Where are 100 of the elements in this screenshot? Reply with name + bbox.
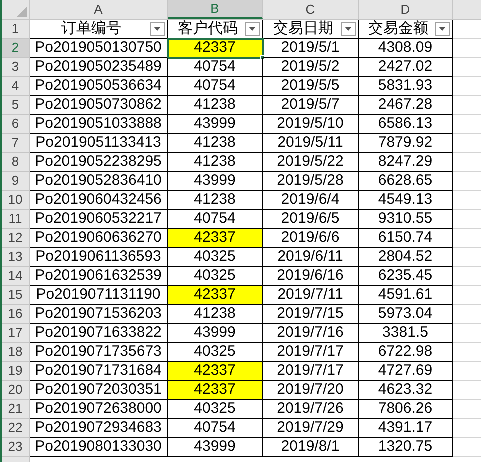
table-cell: 2019/6/5 <box>263 210 359 229</box>
row-header[interactable]: 7 <box>2 134 30 153</box>
fill-handle[interactable] <box>260 55 265 60</box>
table-cell: 6150.74 <box>359 229 453 248</box>
row-header[interactable]: 21 <box>2 400 30 419</box>
table-cell: 2019/6/16 <box>263 267 359 286</box>
table-cell: 2019/7/17 <box>263 343 359 362</box>
table-cell: 6628.65 <box>359 172 453 191</box>
table-cell: 4623.32 <box>359 381 453 400</box>
table-cell: 2019/7/29 <box>263 419 359 438</box>
table-cell: 2019/5/1 <box>263 39 359 58</box>
table-cell: Po2019061136593 <box>30 248 168 267</box>
row-header[interactable]: 9 <box>2 172 30 191</box>
column-header[interactable]: B <box>168 0 263 19</box>
filter-dropdown-icon[interactable] <box>435 22 450 36</box>
table-cell: 2427.02 <box>359 58 453 77</box>
row-header[interactable]: 18 <box>2 343 30 362</box>
table-cell: 2019/8/1 <box>263 438 359 457</box>
table-cell: Po2019071536203 <box>30 305 168 324</box>
table-cell: 42337 <box>168 362 263 381</box>
row-header[interactable]: 14 <box>2 267 30 286</box>
table-cell: 41238 <box>168 96 263 115</box>
table-cell: 4308.09 <box>359 39 453 58</box>
table-cell: 41238 <box>168 153 263 172</box>
table-cell: 2019/5/7 <box>263 96 359 115</box>
table-cell: 8247.29 <box>359 153 453 172</box>
table-cell: 7879.92 <box>359 134 453 153</box>
filter-dropdown-icon[interactable] <box>341 22 356 36</box>
table-cell: 2019/6/4 <box>263 191 359 210</box>
table-cell: 43999 <box>168 115 263 134</box>
header-cell: 订单编号 <box>30 20 168 39</box>
table-cell: 2019/6/11 <box>263 248 359 267</box>
row-header[interactable]: 20 <box>2 381 30 400</box>
table-cell: 4391.17 <box>359 419 453 438</box>
table-cell: 41238 <box>168 191 263 210</box>
row-header[interactable]: 22 <box>2 419 30 438</box>
table-cell: 2804.52 <box>359 248 453 267</box>
table-cell: 42337 <box>168 286 263 305</box>
row-header[interactable]: 1 <box>2 20 30 39</box>
table-cell: 2019/5/5 <box>263 77 359 96</box>
table-cell: 6235.45 <box>359 267 453 286</box>
table-cell: 2019/7/11 <box>263 286 359 305</box>
row-header[interactable]: 5 <box>2 96 30 115</box>
row-header[interactable]: 6 <box>2 115 30 134</box>
table-cell: 2019/5/10 <box>263 115 359 134</box>
table-cell: 2019/5/28 <box>263 172 359 191</box>
table-cell: 2019/5/2 <box>263 58 359 77</box>
table-cell: 42337 <box>168 39 263 58</box>
table-cell: Po2019051133413 <box>30 134 168 153</box>
table-cell: 4549.13 <box>359 191 453 210</box>
table-cell: 2467.28 <box>359 96 453 115</box>
filter-dropdown-icon[interactable] <box>245 22 260 36</box>
table-cell: 40325 <box>168 248 263 267</box>
row-header[interactable]: 16 <box>2 305 30 324</box>
table-cell: 43999 <box>168 324 263 343</box>
table-cell: 2019/7/26 <box>263 400 359 419</box>
header-cell: 交易日期 <box>263 20 359 39</box>
table-cell: 1320.75 <box>359 438 453 457</box>
table-cell: 6722.98 <box>359 343 453 362</box>
table-cell: Po2019050730862 <box>30 96 168 115</box>
row-header[interactable]: 15 <box>2 286 30 305</box>
table-cell: 40754 <box>168 58 263 77</box>
table-cell: 2019/5/11 <box>263 134 359 153</box>
table-cell: 42337 <box>168 229 263 248</box>
table-cell: 4591.61 <box>359 286 453 305</box>
row-header[interactable]: 19 <box>2 362 30 381</box>
table-cell: 4727.69 <box>359 362 453 381</box>
table-cell: 5973.04 <box>359 305 453 324</box>
table-cell: 3381.5 <box>359 324 453 343</box>
table-cell: 7806.26 <box>359 400 453 419</box>
table-cell: 9310.55 <box>359 210 453 229</box>
table-cell: Po2019071633822 <box>30 324 168 343</box>
row-header[interactable]: 3 <box>2 58 30 77</box>
table-cell: 41238 <box>168 305 263 324</box>
table-cell: Po2019050235489 <box>30 58 168 77</box>
row-header[interactable]: 11 <box>2 210 30 229</box>
table-cell: Po2019072934683 <box>30 419 168 438</box>
table-cell: 40754 <box>168 419 263 438</box>
row-header[interactable]: 4 <box>2 77 30 96</box>
table-cell: Po2019071735673 <box>30 343 168 362</box>
row-header[interactable]: 13 <box>2 248 30 267</box>
table-cell: Po2019050536634 <box>30 77 168 96</box>
row-header[interactable]: 8 <box>2 153 30 172</box>
row-header[interactable]: 23 <box>2 438 30 457</box>
table-cell: 42337 <box>168 381 263 400</box>
column-header[interactable]: D <box>359 0 453 19</box>
column-header[interactable]: C <box>263 0 359 19</box>
table-cell: Po2019052238295 <box>30 153 168 172</box>
row-header[interactable]: 2 <box>2 39 30 58</box>
table-cell: 6586.13 <box>359 115 453 134</box>
row-header[interactable]: 10 <box>2 191 30 210</box>
table-cell: Po2019060532217 <box>30 210 168 229</box>
filter-dropdown-icon[interactable] <box>150 22 165 36</box>
table-cell: Po2019060432456 <box>30 191 168 210</box>
row-header[interactable]: 12 <box>2 229 30 248</box>
table-cell: 2019/7/16 <box>263 324 359 343</box>
row-header[interactable]: 17 <box>2 324 30 343</box>
table-cell: 2019/7/17 <box>263 362 359 381</box>
table-cell: 2019/5/22 <box>263 153 359 172</box>
table-cell: 41238 <box>168 134 263 153</box>
